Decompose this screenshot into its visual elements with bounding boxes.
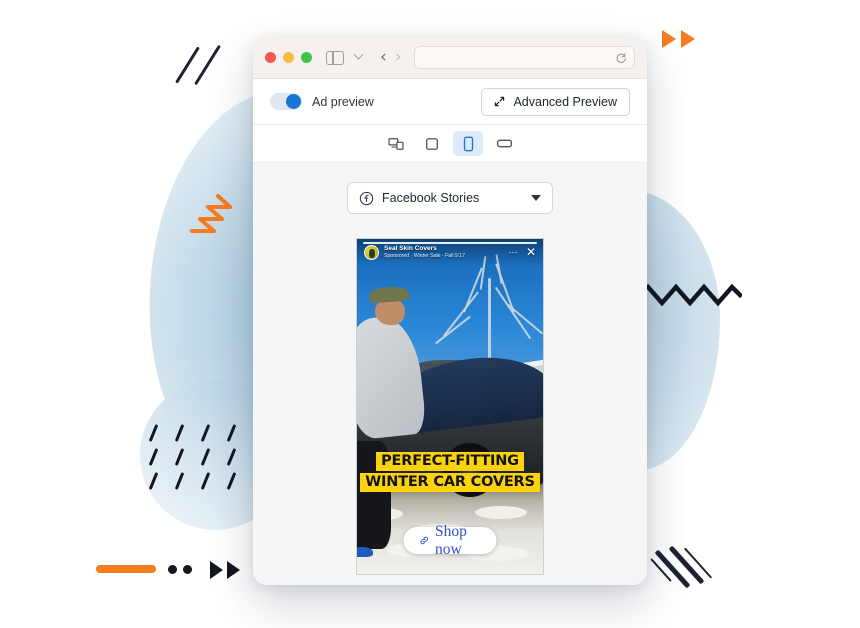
advanced-preview-button[interactable]: Advanced Preview xyxy=(481,87,630,116)
ad-headline-line1: PERFECT-FITTING xyxy=(376,451,524,471)
advertiser-meta: Sponsored · Winter Sale · Fall 9:17 xyxy=(384,252,466,259)
phone-landscape-icon xyxy=(496,139,512,148)
facebook-icon xyxy=(359,191,374,205)
device-selector-bar xyxy=(253,125,647,163)
phone-portrait-icon xyxy=(463,136,473,151)
device-tab-tablet[interactable] xyxy=(417,131,447,156)
link-icon xyxy=(420,536,428,545)
story-actions: ⋯ ✕ xyxy=(508,246,536,258)
sidebar-toggle-icon[interactable] xyxy=(326,50,344,65)
close-window-button[interactable] xyxy=(265,52,276,63)
story-header: Seal Skin Covers Sponsored · Winter Sale… xyxy=(357,239,543,265)
ad-headline: PERFECT-FITTING WINTER CAR COVERS xyxy=(357,451,543,492)
story-progress-bar xyxy=(363,242,537,244)
story-ad-preview[interactable]: Seal Skin Covers Sponsored · Winter Sale… xyxy=(356,238,544,575)
tablet-icon xyxy=(426,137,438,150)
expand-diagonal-icon xyxy=(495,96,505,107)
chevron-down-icon xyxy=(531,195,541,201)
preview-area: Facebook Stories Seal Skin Covers Sponso… xyxy=(253,163,647,585)
advertiser-info: Seal Skin Covers Sponsored · Winter Sale… xyxy=(384,245,465,260)
advertiser-avatar[interactable] xyxy=(364,244,379,260)
window-titlebar: ‹ › xyxy=(253,37,647,79)
browser-window: ‹ › Ad preview Advanced Preview Facebook… xyxy=(253,37,647,585)
shop-now-label: Shop now xyxy=(434,522,467,558)
close-icon[interactable]: ✕ xyxy=(526,246,536,258)
screenshot-root: ‹ › Ad preview Advanced Preview Facebook… xyxy=(0,0,860,628)
platform-select-label: Facebook Stories xyxy=(382,191,480,205)
forward-button[interactable]: › xyxy=(395,49,402,66)
back-button[interactable]: ‹ xyxy=(380,49,387,66)
maximize-window-button[interactable] xyxy=(301,52,312,63)
advertiser-name: Seal Skin Covers xyxy=(384,244,437,252)
toggle-knob xyxy=(286,94,301,109)
advanced-preview-label: Advanced Preview xyxy=(513,94,617,109)
ad-headline-line2: WINTER CAR COVERS xyxy=(360,472,540,492)
multi-screen-icon xyxy=(388,137,404,150)
traffic-lights xyxy=(265,52,312,63)
minimize-window-button[interactable] xyxy=(283,52,294,63)
more-options-icon[interactable]: ⋯ xyxy=(508,247,518,258)
ad-preview-toggle-label: Ad preview xyxy=(312,94,374,109)
device-tab-mobile-portrait[interactable] xyxy=(453,131,483,156)
reload-icon[interactable] xyxy=(615,52,627,64)
platform-select[interactable]: Facebook Stories xyxy=(347,182,553,214)
chevron-down-icon[interactable] xyxy=(352,49,364,61)
ad-preview-toolbar: Ad preview Advanced Preview xyxy=(253,79,647,125)
ad-preview-toggle[interactable] xyxy=(270,93,302,110)
device-tab-mobile-landscape[interactable] xyxy=(489,131,519,156)
shop-now-button[interactable]: Shop now xyxy=(403,523,497,558)
device-tab-all-devices[interactable] xyxy=(381,131,411,156)
address-bar[interactable] xyxy=(413,46,635,69)
